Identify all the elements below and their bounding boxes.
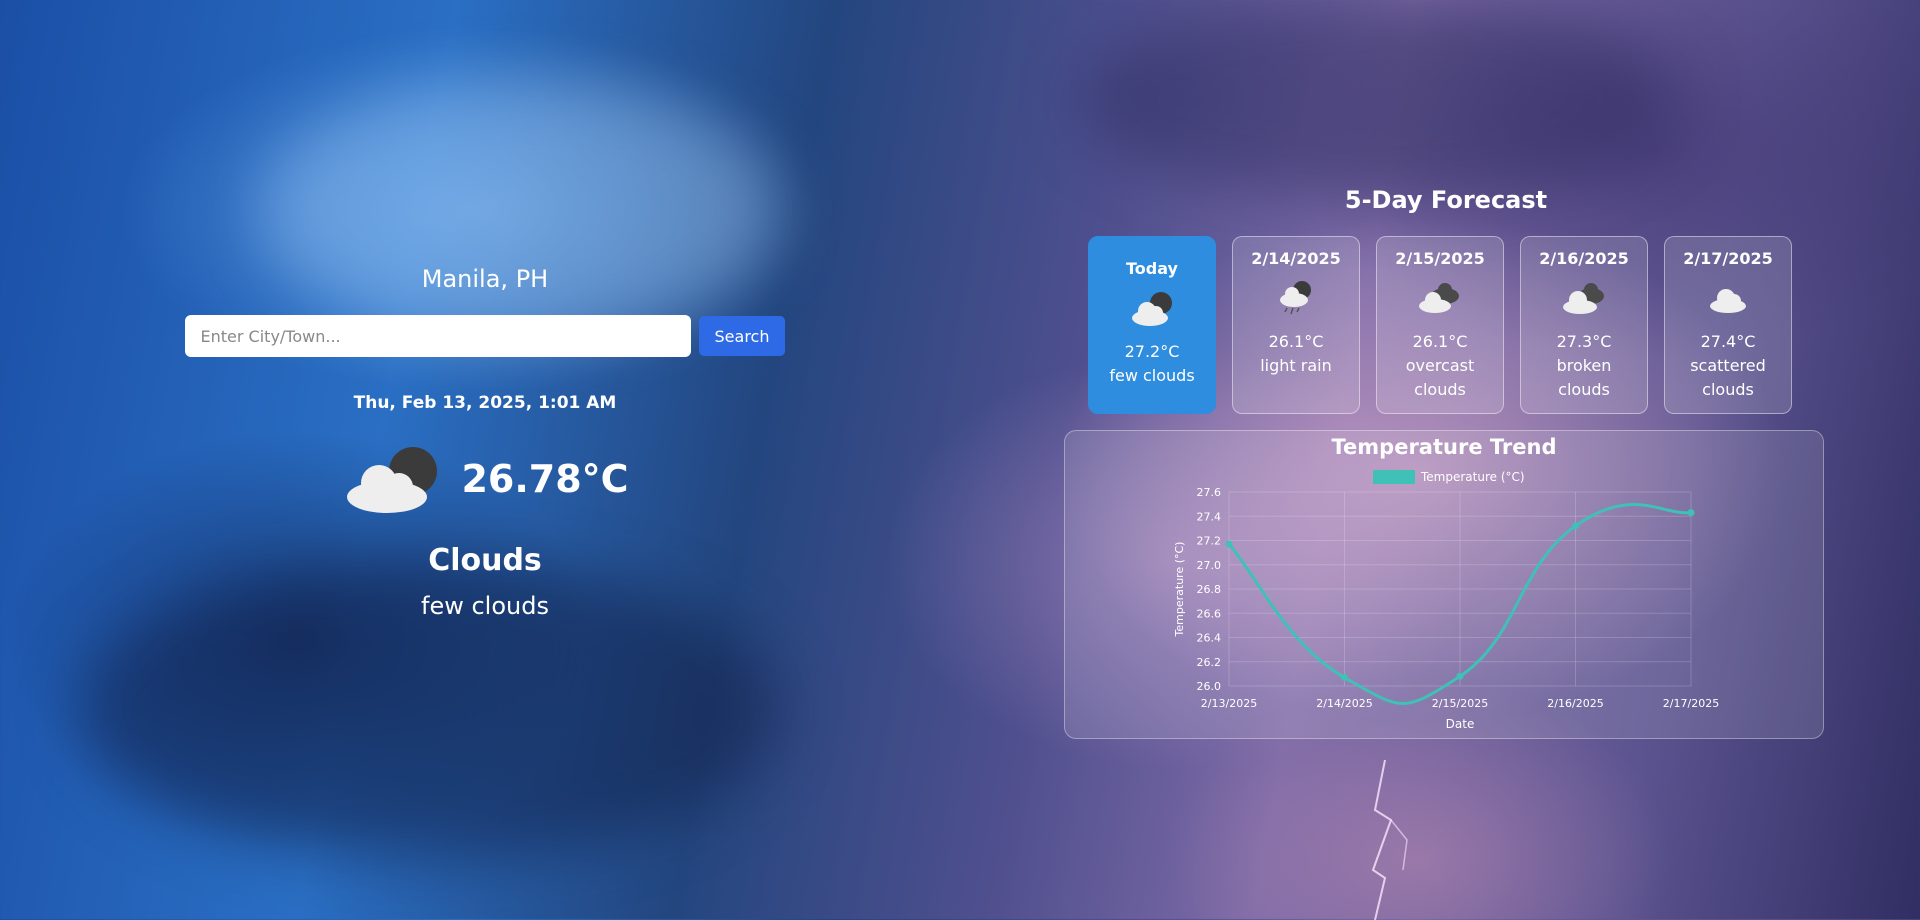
legend-label: Temperature (°C)	[1420, 470, 1525, 484]
overcast-clouds-icon	[1419, 283, 1459, 313]
y-tick-label: 27.0	[1197, 559, 1222, 572]
broken-clouds-icon	[1563, 283, 1604, 314]
forecast-date: 2/15/2025	[1395, 249, 1485, 268]
forecast-desc: light rain	[1260, 356, 1332, 375]
search-button[interactable]: Search	[698, 316, 786, 356]
temperature-chart: 26.0 26.2 26.4 26.6 26.8 27.0 27.2 27.4 27.6 2/13…	[1173, 470, 1719, 731]
background-cloud	[1080, 0, 1680, 200]
city-search-input[interactable]	[184, 315, 691, 357]
data-point	[1341, 674, 1348, 682]
current-temp-row: 26.78°C	[170, 443, 800, 515]
temperature-chart-panel: Temperature Trend 26.0 26.2 26.4 26.6 26.8 27…	[1064, 430, 1824, 739]
forecast-desc: overcast	[1405, 356, 1475, 375]
x-axis-label: Date	[1446, 717, 1475, 731]
legend-swatch	[1373, 470, 1415, 484]
forecast-date: Today	[1126, 259, 1178, 278]
y-tick-label: 27.2	[1197, 535, 1222, 548]
data-point	[1687, 509, 1695, 517]
y-tick-label: 27.6	[1197, 486, 1222, 499]
forecast-temp: 26.1°C	[1412, 332, 1468, 351]
location-label: Manila, PH	[421, 265, 549, 293]
light-rain-icon	[1280, 281, 1311, 315]
x-tick-label: 2/17/2025	[1663, 697, 1719, 710]
forecast-desc: broken	[1556, 356, 1612, 375]
forecast-date: 2/14/2025	[1251, 249, 1341, 268]
y-tick-label: 27.4	[1197, 510, 1222, 523]
y-axis-label: Temperature (°C)	[1173, 542, 1186, 638]
y-tick-label: 26.6	[1197, 607, 1222, 620]
forecast-temp: 27.3°C	[1556, 332, 1612, 351]
forecast-cards: Today 27.2°C few clouds 2/14/2025 26.1°C…	[1088, 236, 1792, 414]
x-tick-label: 2/13/2025	[1201, 697, 1257, 710]
forecast-date: 2/16/2025	[1539, 249, 1629, 268]
search-bar: Search	[170, 315, 800, 357]
data-point	[1225, 540, 1233, 548]
current-description: few clouds	[421, 592, 549, 620]
forecast-card[interactable]: 2/16/2025 27.3°C broken clouds	[1520, 236, 1648, 414]
forecast-temp: 27.2°C	[1124, 342, 1180, 361]
current-temperature: 26.78°C	[461, 457, 629, 501]
scattered-clouds-icon	[1710, 289, 1746, 313]
forecast-desc: clouds	[1414, 380, 1466, 399]
data-point	[1572, 522, 1579, 530]
forecast-card-today[interactable]: Today 27.2°C few clouds	[1088, 236, 1216, 414]
y-tick-label: 26.0	[1197, 680, 1222, 693]
y-tick-label: 26.2	[1197, 656, 1222, 669]
forecast-card[interactable]: 2/15/2025 26.1°C overcast clouds	[1376, 236, 1504, 414]
forecast-card[interactable]: 2/17/2025 27.4°C scattered clouds	[1664, 236, 1792, 414]
few-clouds-night-icon	[1132, 292, 1172, 326]
few-clouds-night-icon	[347, 447, 438, 513]
forecast-desc: clouds	[1702, 380, 1754, 399]
forecast-title: 5-Day Forecast	[1344, 186, 1548, 214]
forecast-temp: 26.1°C	[1268, 332, 1324, 351]
y-tick-label: 26.4	[1197, 632, 1222, 645]
forecast-temp: 27.4°C	[1700, 332, 1756, 351]
forecast-date: 2/17/2025	[1683, 249, 1773, 268]
forecast-card[interactable]: 2/14/2025 26.1°C light rain	[1232, 236, 1360, 414]
current-condition: Clouds	[428, 543, 542, 578]
y-tick-label: 26.8	[1197, 583, 1222, 596]
data-point	[1456, 672, 1464, 680]
current-weather-panel: Manila, PH Search Thu, Feb 13, 2025, 1:0…	[170, 265, 800, 620]
x-tick-label: 2/16/2025	[1547, 697, 1603, 710]
forecast-desc: clouds	[1558, 380, 1610, 399]
x-tick-label: 2/15/2025	[1432, 697, 1488, 710]
forecast-desc: few clouds	[1109, 366, 1195, 385]
lightning-decoration	[1371, 760, 1408, 920]
forecast-desc: scattered	[1690, 356, 1766, 375]
x-tick-label: 2/14/2025	[1316, 697, 1372, 710]
current-datetime: Thu, Feb 13, 2025, 1:01 AM	[353, 393, 617, 413]
